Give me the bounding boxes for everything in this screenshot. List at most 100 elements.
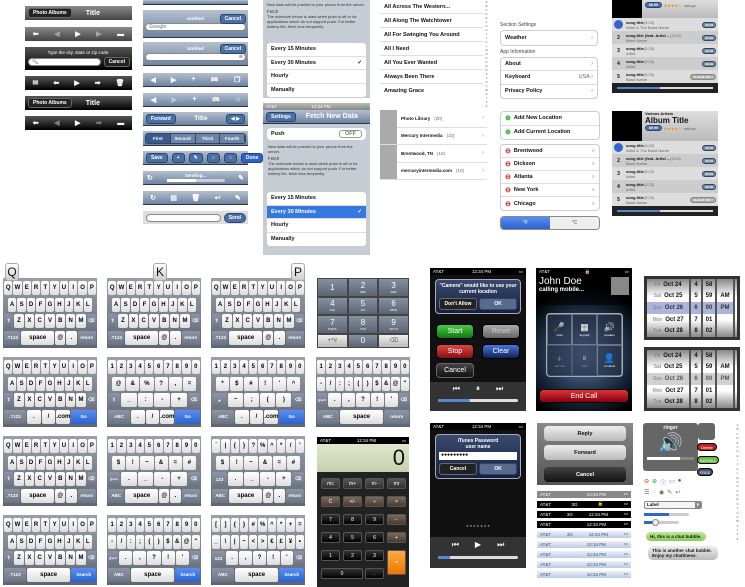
- fetch-option[interactable]: Every 15 Minutes: [267, 192, 366, 206]
- album-row[interactable]: Photo Library (20) ›: [380, 109, 487, 128]
- key-0[interactable]: 0: [191, 439, 200, 453]
- settings-back-button[interactable]: Settings: [266, 111, 296, 122]
- index-letter[interactable]: #: [484, 104, 489, 108]
- key-_[interactable]: _: [212, 534, 221, 549]
- key-U[interactable]: U: [163, 281, 173, 295]
- key-B[interactable]: B: [55, 551, 65, 566]
- segment-fourth[interactable]: Fourth: [220, 133, 245, 143]
- key-Y[interactable]: Y: [154, 281, 163, 295]
- key-L[interactable]: L: [83, 534, 92, 549]
- track-row[interactable]: 5 song title(3:23) Band Name ALBUM ONLY: [612, 70, 718, 83]
- search-input[interactable]: ⊗: [145, 53, 246, 61]
- key-9[interactable]: 9: [286, 360, 295, 374]
- city-row[interactable]: ⊖ Chicago ≡: [501, 197, 599, 210]
- key-J[interactable]: J: [272, 297, 282, 312]
- bookmarks-icon[interactable]: 📖: [212, 96, 221, 104]
- key-![interactable]: !: [230, 455, 244, 470]
- key-Z[interactable]: Z: [14, 314, 24, 329]
- picker-column-days[interactable]: Fri Oct 24 Sat Oct 25 Sun Oct 26 Mon Oct 27 Tue O…: [647, 350, 691, 408]
- key-,[interactable]: ,: [168, 376, 182, 391]
- key-T[interactable]: T: [41, 518, 50, 532]
- compose-icon[interactable]: ✉: [33, 79, 39, 87]
- key-A[interactable]: A: [8, 297, 17, 312]
- calc-key[interactable]: −: [387, 514, 406, 525]
- track-row[interactable]: song title(3:23) Artist & The Band Name $0…: [612, 18, 718, 31]
- calc-key[interactable]: 8: [343, 514, 362, 525]
- key-H[interactable]: H: [55, 297, 64, 312]
- song-row[interactable]: Always Been There: [380, 70, 483, 84]
- key-0[interactable]: 0: [191, 360, 200, 374]
- key-Q[interactable]: Q: [108, 281, 117, 295]
- key-R[interactable]: R: [31, 360, 41, 374]
- track-buy-button[interactable]: $0.99: [702, 144, 716, 151]
- key-D[interactable]: D: [26, 297, 36, 312]
- key-C[interactable]: C: [34, 314, 45, 329]
- key-.[interactable]: .: [225, 551, 239, 566]
- key-X[interactable]: X: [24, 314, 34, 329]
- key-![interactable]: !: [370, 393, 384, 408]
- key-A[interactable]: A: [216, 297, 225, 312]
- key-W[interactable]: W: [13, 281, 22, 295]
- key--[interactable]: -: [154, 393, 171, 408]
- reorder-handle-icon[interactable]: ≡: [592, 161, 595, 167]
- key-E[interactable]: E: [22, 439, 31, 453]
- song-row[interactable]: All Across The Western...: [380, 0, 483, 14]
- key-1[interactable]: 1: [108, 360, 117, 374]
- key-8[interactable]: 8: [173, 360, 182, 374]
- key-1[interactable]: 1: [317, 360, 326, 374]
- key-T[interactable]: T: [249, 281, 258, 295]
- segment-second[interactable]: Second: [170, 133, 196, 143]
- cancel-button[interactable]: Cancel: [219, 14, 246, 24]
- key-R[interactable]: R: [31, 439, 41, 453]
- key-|[interactable]: |: [230, 534, 239, 549]
- call-option-hold[interactable]: ⏸ hold: [572, 345, 597, 376]
- key-.[interactable]: .: [66, 488, 77, 503]
- key-return[interactable]: return: [181, 488, 201, 503]
- track-buy-button[interactable]: $0.99: [702, 170, 716, 177]
- key-123[interactable]: .?123: [4, 330, 21, 345]
- keypad-key[interactable]: 3 DEF: [378, 278, 409, 297]
- key-S[interactable]: S: [17, 376, 26, 391]
- arrow-left-icon[interactable]: ⬅: [53, 79, 59, 87]
- picker-column-days[interactable]: Fri Oct 24 Sat Oct 25 Sun Oct 26 Mon Oct 27 Tue O…: [647, 279, 691, 337]
- calc-key[interactable]: 1: [321, 550, 340, 561]
- install-button[interactable]: INSTALL: [697, 456, 719, 464]
- key-:[interactable]: :: [335, 376, 344, 391]
- back-button[interactable]: Photo Albums: [28, 8, 72, 18]
- reset-button[interactable]: Reset: [482, 324, 520, 339]
- key-¥[interactable]: ¥: [286, 534, 295, 549]
- key-⌫[interactable]: ⌫: [187, 393, 200, 408]
- key-space[interactable]: space: [125, 330, 159, 345]
- track-row[interactable]: 3 song title(3:23) Artist $0.99: [612, 167, 718, 180]
- delete-icon[interactable]: ⊖: [505, 147, 511, 155]
- key-U[interactable]: U: [59, 360, 69, 374]
- picker-column-minutes[interactable]: 58 59 00 01 02: [703, 279, 717, 337]
- compose-icon[interactable]: ✎: [235, 194, 241, 202]
- add-icon[interactable]: +: [191, 76, 195, 83]
- settings-row[interactable]: Keyboard USA ›: [501, 71, 597, 85]
- album-buy-button[interactable]: $9.99: [645, 125, 662, 131]
- previous-track-icon[interactable]: ⏮: [452, 540, 459, 550]
- key-][interactable]: ]: [221, 518, 230, 532]
- key-return[interactable]: return: [77, 488, 97, 503]
- track-buy-button[interactable]: $0.99: [702, 60, 716, 67]
- bookmarks-icon[interactable]: 📖: [210, 76, 219, 84]
- calc-key[interactable]: .: [365, 568, 384, 579]
- key-1[interactable]: 1: [212, 360, 221, 374]
- cancel-button[interactable]: Cancel: [219, 44, 246, 54]
- key-'[interactable]: ': [384, 393, 398, 408]
- send-button[interactable]: Send: [223, 212, 246, 223]
- key-⌫[interactable]: ⌫: [86, 551, 96, 566]
- action-reply-button[interactable]: Reply: [544, 426, 626, 441]
- call-option-keypad[interactable]: ▦ keypad: [572, 314, 597, 345]
- google-search-input[interactable]: Google: [145, 23, 246, 31]
- song-row[interactable]: All I Need: [380, 42, 483, 56]
- key-([interactable]: (: [145, 534, 154, 549]
- calc-key[interactable]: ÷: [365, 496, 384, 507]
- globe-icon[interactable]: ◉: [659, 489, 664, 496]
- label-select[interactable]: Label ▾: [644, 501, 702, 509]
- key-D[interactable]: D: [26, 376, 36, 391]
- keypad-key[interactable]: 8 TUV: [347, 315, 379, 334]
- call-option-speaker[interactable]: 🔊 speaker: [597, 314, 622, 345]
- forward-button[interactable]: Forward: [146, 113, 176, 124]
